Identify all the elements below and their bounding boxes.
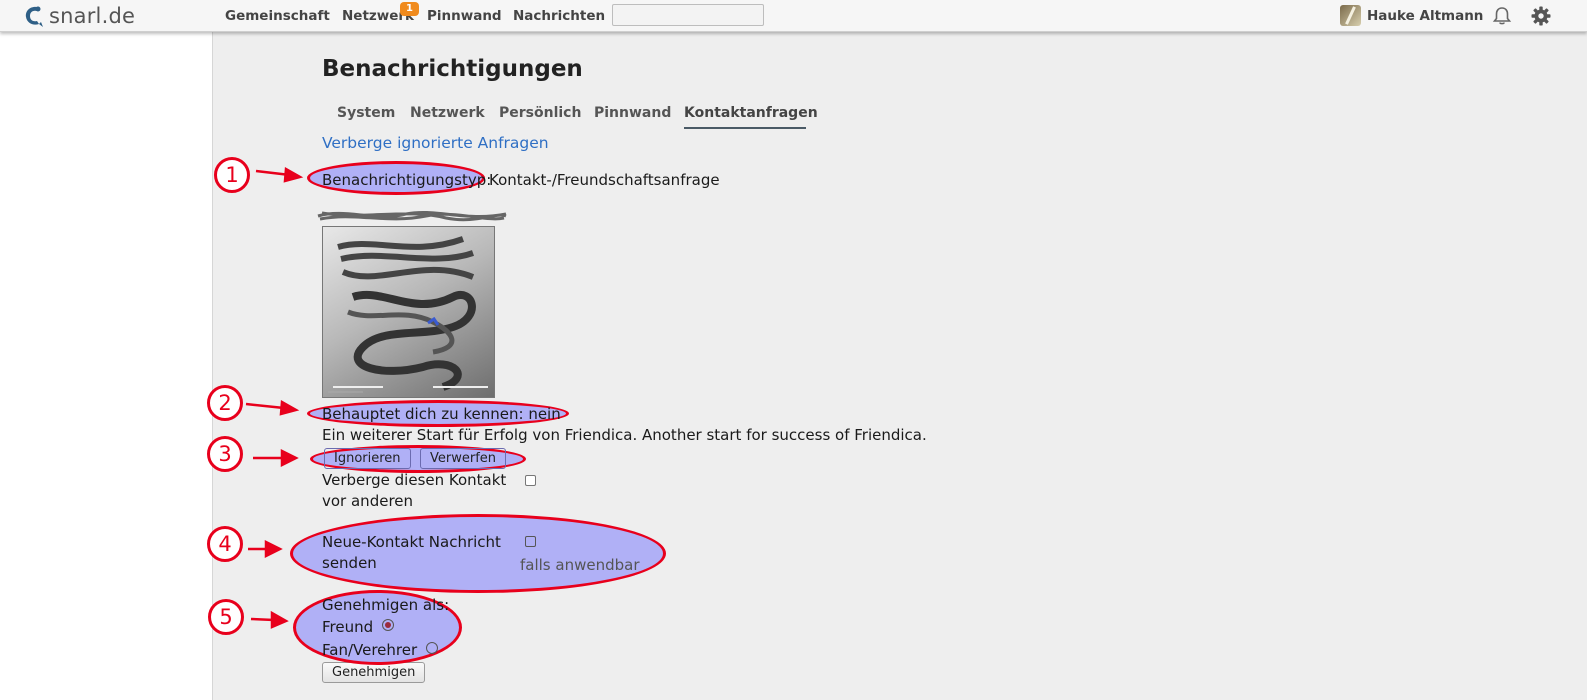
nav-nachrichten[interactable]: Nachrichten [513,8,605,24]
ignore-button[interactable]: Ignorieren [324,448,411,469]
approve-as-label: Genehmigen als: [322,596,450,614]
tab-persoenlich[interactable]: Persönlich [499,105,581,121]
annotation-marker-2: 2 [207,385,243,421]
notification-type-value: Kontakt-/Freundschaftsanfrage [489,171,720,189]
hide-contact-label-line2: vor anderen [322,492,414,510]
brand[interactable]: snarl.de [22,4,135,28]
new-contact-message-hint: falls anwendbar [520,556,640,574]
approve-button[interactable]: Genehmigen [322,662,426,683]
notification-type-label: Benachrichtigungstyp: [322,171,492,189]
tab-kontaktanfragen[interactable]: Kontaktanfragen [684,105,818,121]
annotation-marker-4: 4 [207,526,243,562]
user-name: Hauke Altmann [1367,7,1484,24]
snarl-logo-icon [25,6,43,27]
brand-name: snarl.de [49,4,136,28]
user-menu[interactable]: Hauke Altmann [1340,5,1483,26]
new-contact-message-label-line1: Neue-Kontakt Nachricht [322,533,501,551]
new-contact-message-checkbox[interactable] [525,536,536,547]
tab-system[interactable]: System [337,105,395,121]
top-navigation-bar: snarl.de Gemeinschaft Netzwerk 1 Pinnwan… [0,0,1587,32]
left-sidebar [0,32,212,700]
redacted-photo-scribble [328,236,488,393]
nav-pinnwand[interactable]: Pinnwand [427,8,502,24]
avatar [1340,5,1361,26]
option-friend-label: Freund [322,618,374,636]
contact-profile-photo[interactable] [322,226,495,398]
search-input[interactable] [612,4,764,26]
gear-icon[interactable] [1531,6,1551,26]
network-notification-badge: 1 [400,2,419,16]
redacted-name-scribble [317,210,507,222]
option-friend-radio[interactable] [382,619,394,631]
new-contact-message-label-line2: senden [322,554,377,572]
hide-contact-checkbox[interactable] [525,475,536,486]
annotation-marker-5: 5 [208,599,244,635]
option-fan-label: Fan/Verehrer [322,641,418,659]
hide-ignored-requests-link[interactable]: Verberge ignorierte Anfragen [322,134,549,152]
request-message: Ein weiterer Start für Erfolg von Friend… [322,426,927,444]
active-tab-indicator [684,127,806,129]
page-title: Benachrichtigungen [322,56,583,82]
bell-icon[interactable] [1492,6,1512,26]
annotation-marker-3: 3 [207,436,243,472]
annotation-marker-1: 1 [214,157,250,193]
hide-contact-label-line1: Verberge diesen Kontakt [322,471,507,489]
nav-gemeinschaft[interactable]: Gemeinschaft [225,8,330,24]
tab-pinnwand[interactable]: Pinnwand [594,105,671,121]
claims-to-know-you: Behauptet dich zu kennen: nein [322,405,561,423]
option-fan-radio[interactable] [426,642,438,654]
tab-netzwerk[interactable]: Netzwerk [410,105,485,121]
discard-button[interactable]: Verwerfen [420,448,507,469]
